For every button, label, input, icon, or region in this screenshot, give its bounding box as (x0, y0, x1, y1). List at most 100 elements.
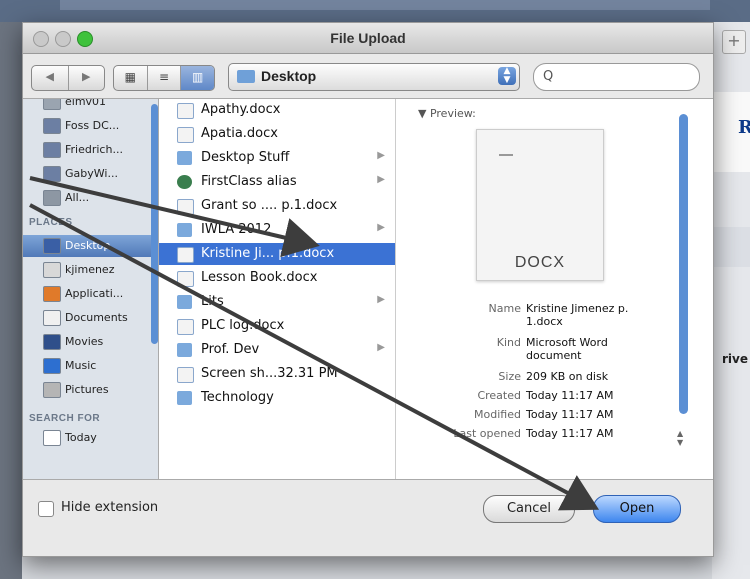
file-name: Screen sh...32.31 PM (201, 366, 338, 381)
file-list-item[interactable]: Lesson Book.docx (159, 267, 395, 289)
file-name: Lits (201, 294, 224, 309)
sidebar-item[interactable]: Today (23, 427, 158, 449)
documents-icon (43, 310, 61, 326)
sidebar-item-label: Music (65, 359, 97, 372)
search-input[interactable]: Q (533, 63, 700, 91)
file-list-item[interactable]: FirstClass alias ▶ (159, 171, 395, 193)
metadata-value: Today 11:17 AM (526, 427, 614, 440)
preview-scrollbar[interactable] (679, 114, 688, 414)
file-list-item[interactable]: Technology (159, 387, 395, 409)
sidebar-item[interactable]: All... (23, 187, 158, 209)
sidebar-item[interactable]: Friedrich... (23, 139, 158, 161)
metadata-key: Last opened (453, 427, 521, 440)
metadata-value: Microsoft Word document (526, 336, 608, 362)
applications-icon (43, 286, 61, 302)
view-mode-buttons: ▦ ≡ ▥ (113, 65, 215, 91)
movies-icon (43, 334, 61, 350)
network-icon (43, 190, 61, 206)
document-icon (177, 127, 194, 143)
sidebar-item-label: Applicati... (65, 287, 124, 300)
drive-icon (43, 99, 61, 110)
metadata-value: Today 11:17 AM (526, 389, 614, 402)
sidebar-item[interactable]: Applicati... (23, 283, 158, 305)
document-icon (177, 319, 194, 335)
cancel-button[interactable]: Cancel (483, 495, 575, 523)
file-name: Prof. Dev (201, 342, 260, 357)
file-list-item[interactable]: IWLA 2012 ▶ (159, 219, 395, 241)
toolbar: ◀ ▶ ▦ ≡ ▥ Desktop ▲ ▼ Q (23, 54, 713, 98)
file-upload-dialog: File Upload ◀ ▶ ▦ ≡ ▥ Desktop ▲ ▼ Q elmv0… (22, 22, 714, 557)
desktop-icon (43, 238, 61, 254)
file-list-item[interactable]: Kristine Ji... p.1.docx (159, 243, 395, 265)
file-name: Desktop Stuff (201, 150, 290, 165)
dialog-title: File Upload (330, 30, 406, 46)
folder-icon (177, 223, 192, 237)
disclosure-arrow-icon: ▶ (377, 222, 385, 233)
music-icon (43, 358, 61, 374)
background-strip (60, 0, 710, 10)
dialog-footer: Hide extension Cancel Open (23, 479, 713, 556)
file-list-item[interactable]: Prof. Dev ▶ (159, 339, 395, 361)
background-logo-letter: R (738, 117, 750, 138)
back-forward-buttons: ◀ ▶ (31, 65, 105, 91)
sidebar-item[interactable]: kjimenez (23, 259, 158, 281)
file-name: Apatia.docx (201, 126, 278, 141)
document-icon (177, 247, 194, 263)
file-list-item[interactable]: Screen sh...32.31 PM (159, 363, 395, 385)
folder-icon (177, 295, 192, 309)
back-arrow-icon[interactable]: ◀ (32, 66, 68, 90)
file-list-item[interactable]: PLC log.docx (159, 315, 395, 337)
list-view-button[interactable]: ≡ (146, 66, 181, 90)
column-view-button[interactable]: ▥ (180, 66, 214, 90)
metadata-key: Size (498, 370, 521, 383)
disclosure-arrow-icon: ▶ (377, 174, 385, 185)
hide-extension-label[interactable]: Hide extension (61, 500, 158, 515)
new-tab-button[interactable]: + (722, 30, 746, 54)
preview-heading[interactable]: ▼ Preview: (418, 107, 476, 120)
clock-icon (43, 430, 61, 446)
metadata-key: Created (477, 389, 521, 402)
sidebar-item[interactable]: Pictures (23, 379, 158, 401)
open-button[interactable]: Open (593, 495, 681, 523)
sidebar-item[interactable]: Desktop (23, 235, 158, 257)
background-browser-toolbar (0, 0, 750, 22)
sidebar-item[interactable]: Movies (23, 331, 158, 353)
sidebar-item-label: Documents (65, 311, 128, 324)
metadata-key: Kind (496, 336, 521, 349)
sidebar-item[interactable]: Foss DC... (23, 115, 158, 137)
metadata-value: 209 KB on disk (526, 370, 609, 383)
file-list-item[interactable]: Apatia.docx (159, 123, 395, 145)
location-label: Desktop (261, 68, 317, 84)
home-icon (43, 262, 61, 278)
title-bar[interactable]: File Upload (23, 23, 713, 54)
folder-icon (177, 343, 192, 357)
file-list-item[interactable]: Desktop Stuff ▶ (159, 147, 395, 169)
sidebar-item[interactable]: Documents (23, 307, 158, 329)
file-name: FirstClass alias (201, 174, 297, 189)
background-text: rive (722, 352, 748, 366)
sidebar: elmv01 Foss DC... Friedrich... GabyWi... All… (23, 99, 159, 479)
forward-arrow-icon[interactable]: ▶ (67, 66, 105, 90)
file-list-item[interactable]: Apathy.docx (159, 99, 395, 121)
sidebar-item[interactable]: elmv01 (23, 99, 158, 113)
metadata-key: Modified (474, 408, 521, 421)
disclosure-arrow-icon: ▶ (377, 294, 385, 305)
hide-extension-checkbox[interactable] (38, 501, 54, 517)
sidebar-section-header[interactable]: PLACES (29, 217, 73, 228)
file-extension-label: DOCX (514, 254, 566, 271)
disclosure-arrow-icon: ▶ (377, 150, 385, 161)
location-popup[interactable]: Desktop ▲ ▼ (228, 63, 520, 91)
alias-icon (177, 175, 192, 189)
browser-panes: elmv01 Foss DC... Friedrich... GabyWi... All… (23, 98, 713, 480)
file-name: Technology (201, 390, 274, 405)
icon-view-button[interactable]: ▦ (114, 66, 147, 90)
file-list-item[interactable]: Lits ▶ (159, 291, 395, 313)
sidebar-item[interactable]: Music (23, 355, 158, 377)
folder-icon (237, 70, 255, 83)
scroll-arrows-icon[interactable]: ▲ ▼ (677, 429, 689, 447)
file-column: Apathy.docx Apatia.docx Desktop Stuff ▶ Firs… (159, 99, 396, 479)
sidebar-section-header[interactable]: SEARCH FOR (29, 413, 100, 424)
sidebar-item[interactable]: GabyWi... (23, 163, 158, 185)
sidebar-scrollbar[interactable] (151, 104, 158, 344)
file-list-item[interactable]: Grant so .... p.1.docx (159, 195, 395, 217)
